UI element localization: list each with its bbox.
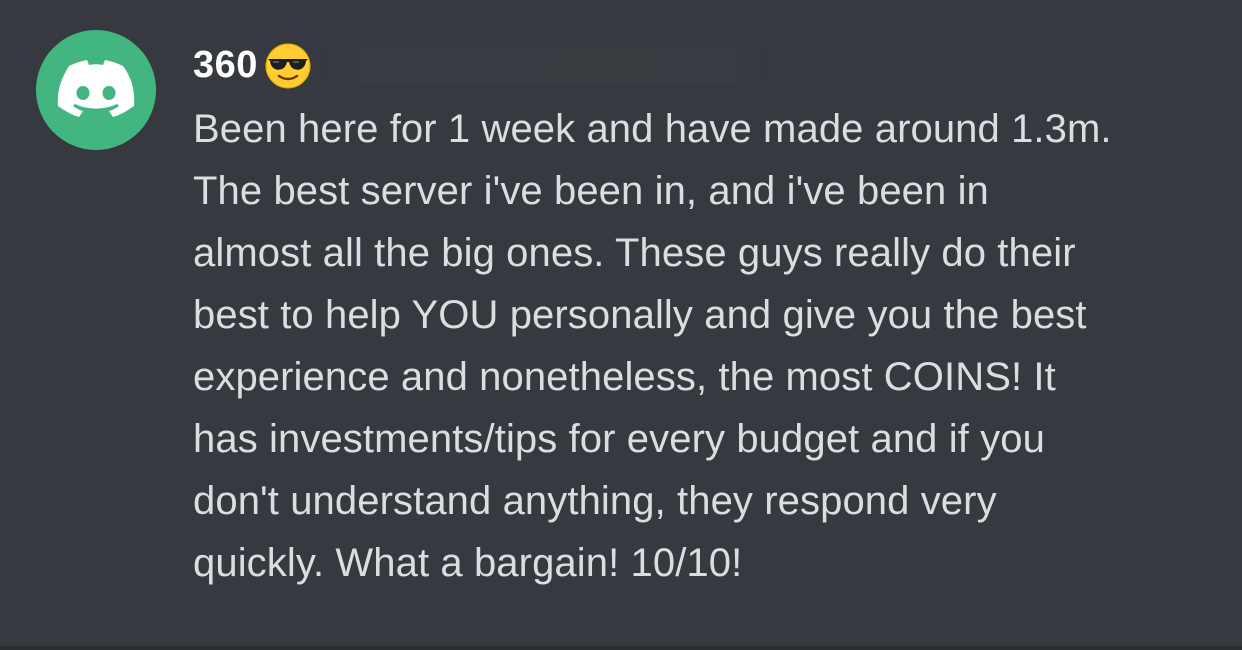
chat-message: 360 Been here for 1 week and have made a… [0, 0, 1242, 646]
message-header: 360 [193, 38, 764, 92]
message-line: experience and nonetheless, the most COI… [193, 355, 1056, 399]
divider [0, 646, 1242, 650]
discord-logo-icon [57, 60, 135, 117]
redacted-area [323, 47, 764, 83]
message-line: Been here for 1 week and have made aroun… [193, 107, 1112, 151]
message-line: don't understand anything, they respond … [193, 479, 997, 523]
message-line: almost all the big ones. These guys real… [193, 231, 1076, 275]
username[interactable]: 360 [193, 46, 258, 84]
message-content: Been here for 1 week and have made aroun… [193, 98, 1203, 594]
message-line: quickly. What a bargain! 10/10! [193, 541, 743, 585]
message-line: The best server i've been in, and i've b… [193, 169, 989, 213]
discord-avatar[interactable] [36, 30, 156, 150]
sunglasses-emoji-icon [265, 43, 311, 89]
message-line: best to help YOU personally and give you… [193, 293, 1087, 337]
message-line: has investments/tips for every budget an… [193, 417, 1045, 461]
